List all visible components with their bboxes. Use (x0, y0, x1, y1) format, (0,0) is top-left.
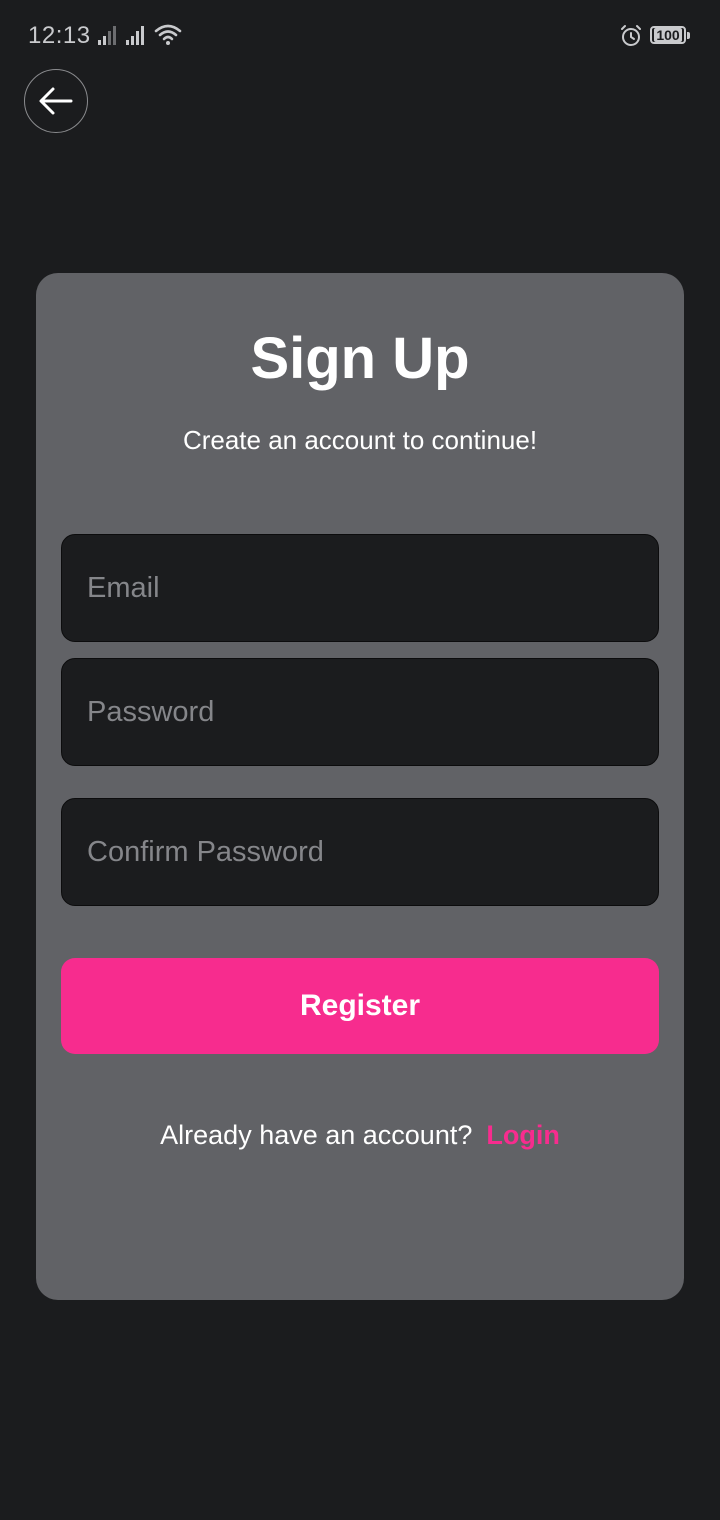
page-subtitle: Create an account to continue! (182, 425, 538, 455)
signup-card: Sign Up Create an account to continue! R… (36, 273, 684, 1300)
register-button[interactable]: Register (61, 958, 659, 1054)
wifi-icon (154, 24, 182, 45)
status-time: 12:13 (28, 22, 91, 49)
status-bar: 12:13 100 (0, 0, 720, 72)
email-input[interactable] (62, 535, 658, 641)
password-field[interactable] (61, 658, 659, 766)
battery-cap (687, 32, 690, 39)
signal-icon (126, 26, 144, 45)
signal-icon (98, 26, 116, 45)
signup-screen: 12:13 100 Sign Up Create an account to c… (0, 0, 720, 1520)
confirm-password-input[interactable] (62, 799, 658, 905)
arrow-left-icon (39, 87, 73, 115)
confirm-password-field[interactable] (61, 798, 659, 906)
back-button[interactable] (24, 69, 88, 133)
page-title: Sign Up (250, 326, 470, 391)
battery-icon: 100 (650, 26, 686, 44)
login-row: Already have an account? Login (36, 1120, 684, 1151)
login-link[interactable]: Login (486, 1120, 559, 1150)
password-input[interactable] (62, 659, 658, 765)
battery-level: 100 (654, 27, 682, 43)
login-prompt: Already have an account? (160, 1120, 473, 1150)
email-field[interactable] (61, 534, 659, 642)
alarm-icon (621, 25, 641, 46)
